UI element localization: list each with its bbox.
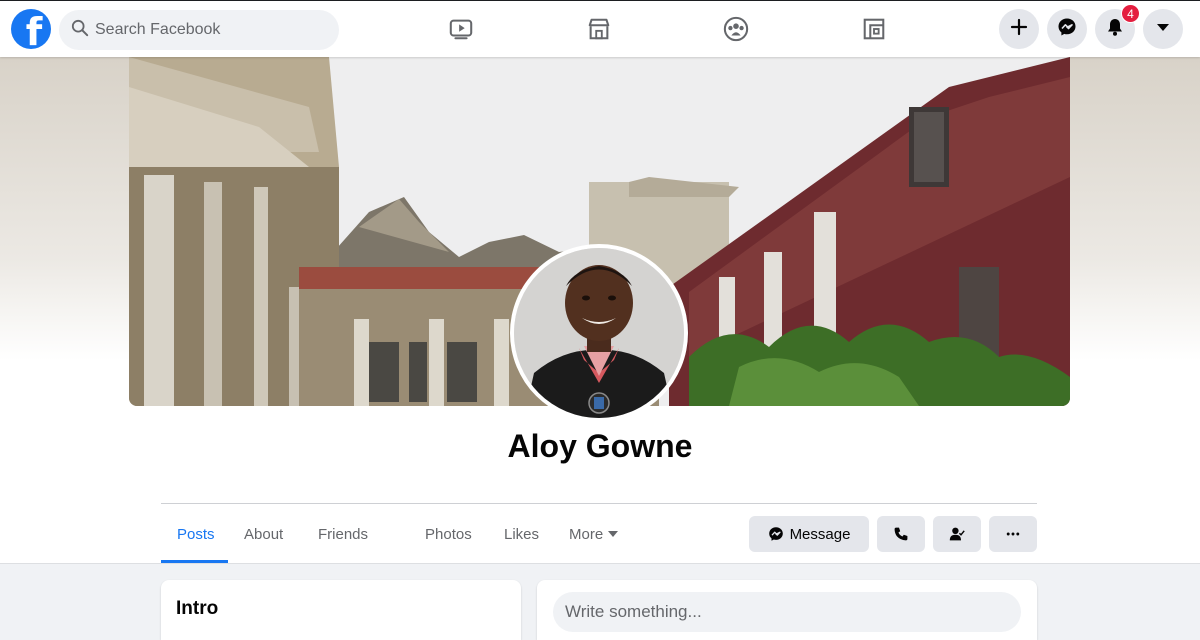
write-something-input[interactable] [553, 592, 1021, 632]
post-composer-card [537, 580, 1037, 640]
profile-name: Aloy Gowne [507, 428, 693, 464]
plus-icon [1009, 17, 1029, 42]
avatar [514, 248, 684, 418]
tab-more-label: More [569, 526, 604, 543]
search-input[interactable] [95, 21, 325, 39]
messenger-icon [768, 526, 784, 542]
notification-badge: 4 [1121, 4, 1140, 23]
intro-card: Intro [161, 580, 521, 640]
tab-friends[interactable]: Friends [318, 526, 368, 543]
create-button[interactable] [999, 9, 1039, 49]
more-dots-icon [1005, 526, 1021, 542]
message-button-label: Message [789, 525, 851, 543]
tab-more[interactable]: More [569, 526, 619, 543]
marketplace-icon[interactable] [585, 15, 613, 43]
watch-icon[interactable] [447, 15, 475, 43]
search-icon [71, 19, 89, 42]
tab-likes[interactable]: Likes [504, 526, 539, 543]
header-divider [161, 503, 1037, 504]
profile-picture[interactable] [510, 244, 688, 422]
chevron-down-icon [608, 531, 619, 538]
logo-letter: f [25, 10, 43, 49]
tab-posts[interactable]: Posts [177, 526, 215, 543]
groups-icon[interactable] [722, 15, 750, 43]
search-box[interactable] [59, 10, 339, 50]
gaming-icon[interactable] [860, 15, 888, 43]
bell-icon [1105, 17, 1125, 42]
account-menu-button[interactable] [1143, 9, 1183, 49]
message-button[interactable]: Message [749, 516, 869, 552]
messenger-button[interactable] [1047, 9, 1087, 49]
more-options-button[interactable] [989, 516, 1037, 552]
call-button[interactable] [877, 516, 925, 552]
caret-down-icon [1153, 17, 1173, 42]
phone-icon [893, 526, 909, 542]
facebook-logo[interactable]: f [11, 9, 51, 49]
friend-status-button[interactable] [933, 516, 981, 552]
top-navigation-bar: f 4 [0, 0, 1200, 57]
add-friend-icon [949, 526, 965, 542]
tab-about[interactable]: About [244, 526, 283, 543]
messenger-icon [1057, 17, 1077, 42]
tab-photos[interactable]: Photos [425, 526, 472, 543]
intro-title: Intro [176, 598, 219, 619]
